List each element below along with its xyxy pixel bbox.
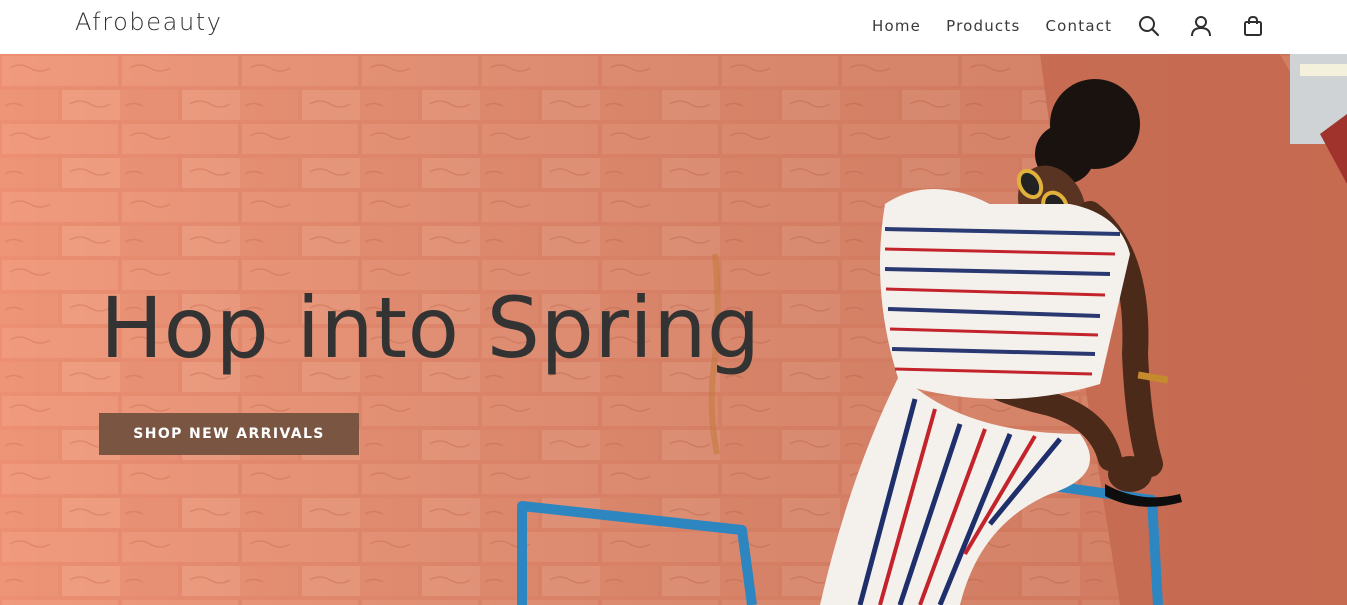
shopping-bag-icon xyxy=(1244,15,1263,36)
hero-title: Hop into Spring xyxy=(100,279,761,377)
brand-logo[interactable]: Afrobeauty xyxy=(75,8,223,36)
site-header: Afrobeauty Home Products Contact xyxy=(0,0,1347,54)
account-button[interactable] xyxy=(1188,13,1214,39)
nav-products-link[interactable]: Products xyxy=(946,16,1020,36)
nav-home-link[interactable]: Home xyxy=(872,16,921,36)
shop-new-arrivals-button[interactable]: SHOP NEW ARRIVALS xyxy=(99,413,359,455)
cart-button[interactable] xyxy=(1240,13,1266,39)
search-button[interactable] xyxy=(1136,13,1162,39)
main-nav: Home Products Contact xyxy=(872,13,1266,39)
hero-banner: Hop into Spring SHOP NEW ARRIVALS xyxy=(0,54,1347,605)
nav-contact-link[interactable]: Contact xyxy=(1045,16,1112,36)
search-icon xyxy=(1139,16,1160,37)
account-icon xyxy=(1191,16,1212,37)
